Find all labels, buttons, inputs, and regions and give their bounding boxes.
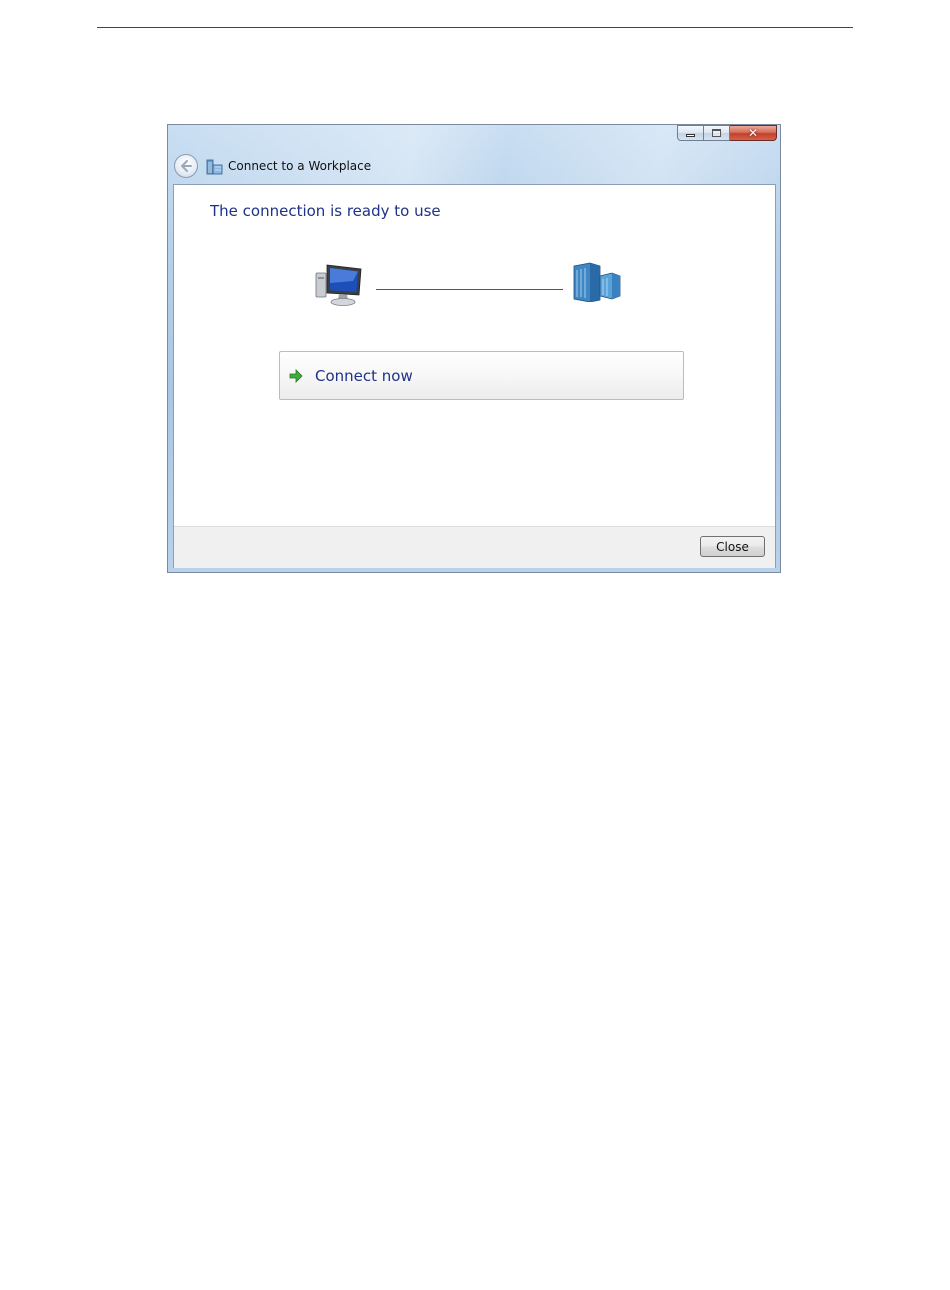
connect-now-label: Connect now <box>315 366 413 385</box>
maximize-button[interactable] <box>704 125 730 141</box>
workplace-icon <box>206 159 223 175</box>
window-title: Connect to a Workplace <box>228 159 372 173</box>
green-arrow-icon <box>289 368 303 383</box>
minimize-button[interactable] <box>677 125 704 141</box>
workplace-building-icon <box>573 262 621 302</box>
back-arrow-icon <box>181 160 192 172</box>
maximize-icon <box>712 129 721 137</box>
caption-buttons: ✕ <box>677 125 777 142</box>
page-heading: The connection is ready to use <box>210 202 441 220</box>
connect-now-button[interactable]: Connect now <box>279 351 684 400</box>
back-button[interactable] <box>174 154 198 178</box>
page-header-rule <box>97 27 853 28</box>
window-close-button[interactable]: ✕ <box>730 125 777 141</box>
wizard-footer: Close <box>174 526 775 568</box>
wizard-content: The connection is ready to use Connect n… <box>173 184 776 568</box>
wizard-window: ✕ Connect to a Workplace The connection … <box>167 124 781 573</box>
title-bar: Connect to a Workplace <box>174 153 371 179</box>
minimize-icon <box>686 134 695 137</box>
close-button[interactable]: Close <box>700 536 765 557</box>
close-icon: ✕ <box>747 126 759 140</box>
computer-icon <box>315 264 362 306</box>
connection-line <box>376 289 563 290</box>
